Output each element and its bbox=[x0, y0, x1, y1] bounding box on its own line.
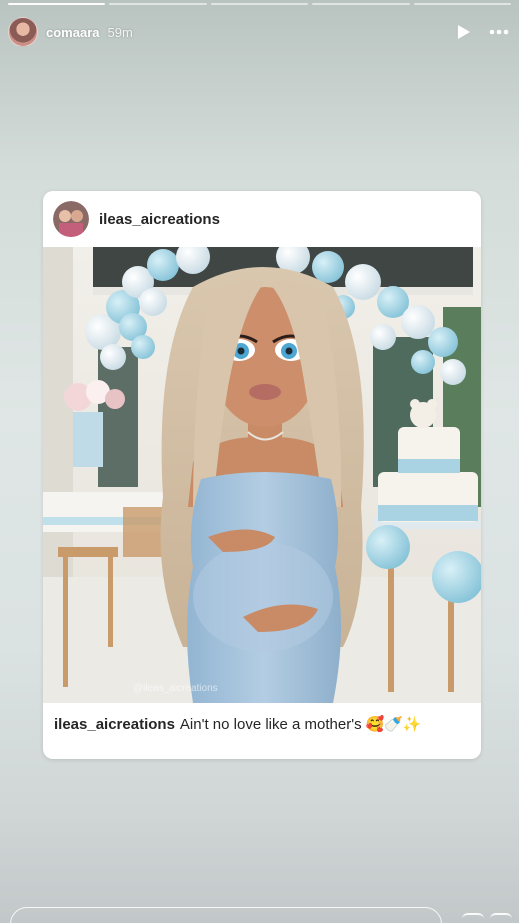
reply-input-bar[interactable] bbox=[10, 907, 442, 923]
post-header: ileas_aicreations bbox=[43, 191, 481, 247]
post-image[interactable]: @ileas_aicreations bbox=[43, 247, 481, 703]
story-timestamp: 59m bbox=[107, 24, 133, 40]
more-icon bbox=[489, 29, 509, 35]
progress-segment bbox=[312, 3, 410, 5]
caption-text: Ain't no love like a mother's bbox=[179, 715, 362, 733]
image-watermark: @ileas_aicreations bbox=[133, 683, 218, 694]
post-username[interactable]: ileas_aicreations bbox=[99, 211, 220, 228]
story-header: comaara 59m bbox=[8, 14, 511, 50]
shared-post-card[interactable]: ileas_aicreations @ileas_aicreations ile… bbox=[43, 191, 481, 759]
share-icon[interactable] bbox=[490, 913, 512, 923]
play-button[interactable] bbox=[453, 21, 475, 43]
story-username[interactable]: comaara bbox=[46, 25, 99, 40]
progress-segment bbox=[8, 3, 106, 5]
post-caption: ileas_aicreations Ain't no love like a m… bbox=[54, 710, 473, 738]
play-icon bbox=[458, 25, 470, 39]
story-progress bbox=[8, 3, 512, 5]
like-icon[interactable] bbox=[462, 913, 484, 923]
progress-segment bbox=[413, 3, 512, 5]
caption-emojis: 🥰🍼✨ bbox=[365, 716, 422, 733]
story-avatar[interactable] bbox=[8, 17, 38, 47]
progress-segment bbox=[210, 3, 309, 5]
more-options-button[interactable] bbox=[487, 21, 511, 43]
post-avatar[interactable] bbox=[53, 201, 89, 237]
caption-username[interactable]: ileas_aicreations bbox=[54, 716, 175, 733]
progress-segment bbox=[109, 3, 207, 5]
